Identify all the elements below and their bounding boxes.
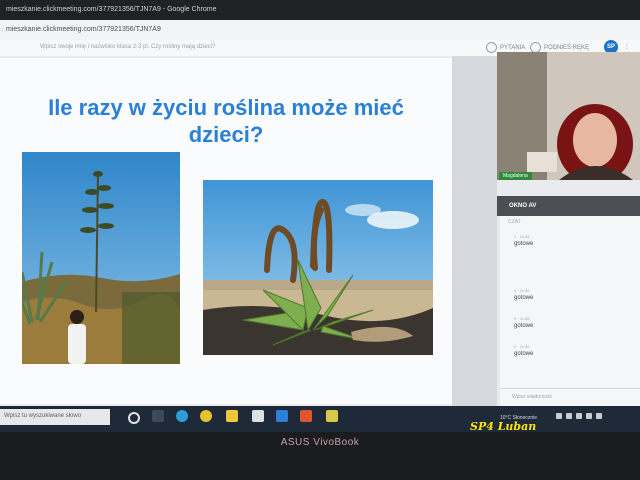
- chat-message-meta: 5 · 11:36: [514, 316, 530, 321]
- volume-icon[interactable]: [576, 413, 582, 419]
- meeting-question: Wpisz swoje imię i nazwisko klasa 2-3 pl…: [40, 44, 216, 50]
- network-icon[interactable]: [566, 413, 572, 419]
- chat-message-meta: 2 · 11:36: [514, 344, 530, 349]
- windows-taskbar: Wpisz tu wyszukiwane słowo 10°C Słoneczn…: [0, 406, 640, 432]
- poll-label: PYTANIA: [500, 44, 526, 51]
- chat-input-placeholder: Wpisz wiadomość: [512, 394, 553, 400]
- slide-title-line-2: dzieci?: [188, 122, 264, 147]
- presentation-slide: Ile razy w życiu roślina może mieć dziec…: [0, 58, 452, 404]
- chat-message: 4 · 11:36 gotowe: [514, 288, 533, 301]
- chat-message-meta: 1 · 11:36: [514, 234, 530, 239]
- chat-header: CZAT: [508, 219, 521, 225]
- watermark-text: SP4 Luban: [470, 420, 537, 433]
- participant-name: Magdalena: [499, 172, 532, 180]
- address-bar[interactable]: mieszkanie.clickmeeting.com/377921356/TJ…: [0, 20, 640, 41]
- browser-title-bar: mieszkanie.clickmeeting.com/377921356/TJ…: [0, 0, 640, 20]
- chat-message: 1 · 11:36 gotowe: [514, 234, 533, 247]
- chat-message-text: gotowe: [514, 295, 534, 301]
- chat-message-meta: 4 · 11:36: [514, 288, 530, 293]
- okno-av-bar[interactable]: OKNO AV: [497, 196, 640, 216]
- notification-icon[interactable]: [596, 413, 602, 419]
- edge-icon[interactable]: [176, 410, 188, 422]
- chat-message: 2 · 11:36 gotowe: [514, 344, 533, 357]
- cortana-icon[interactable]: [128, 412, 140, 424]
- webcam-video: Magdalena: [497, 52, 640, 180]
- chat-message-text: gotowe: [514, 241, 534, 247]
- chat-message-text: gotowe: [514, 351, 534, 357]
- agave-plant-photo: [203, 180, 433, 355]
- chat-panel: CZAT 1 · 11:36 gotowe 4 · 11:36 gotowe 5…: [500, 216, 640, 408]
- battery-icon[interactable]: [586, 413, 592, 419]
- okno-av-label: OKNO AV: [509, 203, 537, 209]
- system-tray[interactable]: [556, 413, 602, 419]
- agave-flower-photo: [22, 152, 180, 364]
- chat-message-text: gotowe: [514, 323, 534, 329]
- store-icon[interactable]: [252, 410, 264, 422]
- chat-message: 5 · 11:36 gotowe: [514, 316, 533, 329]
- taskbar-search[interactable]: Wpisz tu wyszukiwane słowo: [0, 409, 110, 425]
- slide-title: Ile razy w życiu roślina może mieć dziec…: [0, 94, 452, 148]
- poll-icon: [486, 42, 497, 53]
- slide-title-line-1: Ile razy w życiu roślina może mieć: [48, 95, 404, 120]
- more-menu-icon[interactable]: ⋮: [624, 43, 630, 50]
- laptop-screen: mieszkanie.clickmeeting.com/377921356/TJ…: [0, 0, 640, 432]
- mail-icon[interactable]: [276, 410, 288, 422]
- taskbar-search-placeholder: Wpisz tu wyszukiwane słowo: [4, 413, 82, 419]
- chat-input[interactable]: Wpisz wiadomość: [500, 388, 640, 407]
- browser-title: mieszkanie.clickmeeting.com/377921356/TJ…: [6, 6, 217, 13]
- address-url[interactable]: mieszkanie.clickmeeting.com/377921356/TJ…: [6, 26, 161, 33]
- laptop-brand: ASUS VivoBook: [280, 437, 360, 448]
- file-explorer-icon[interactable]: [226, 410, 238, 422]
- chevron-up-icon[interactable]: [556, 413, 562, 419]
- panel-divider: [452, 56, 497, 406]
- chrome-icon[interactable]: [200, 410, 212, 422]
- raise-hand-label: PODNIEŚ RĘKĘ: [544, 44, 590, 51]
- office-icon[interactable]: [300, 410, 312, 422]
- pinned-app-icon[interactable]: [326, 410, 338, 422]
- task-view-icon[interactable]: [152, 410, 164, 422]
